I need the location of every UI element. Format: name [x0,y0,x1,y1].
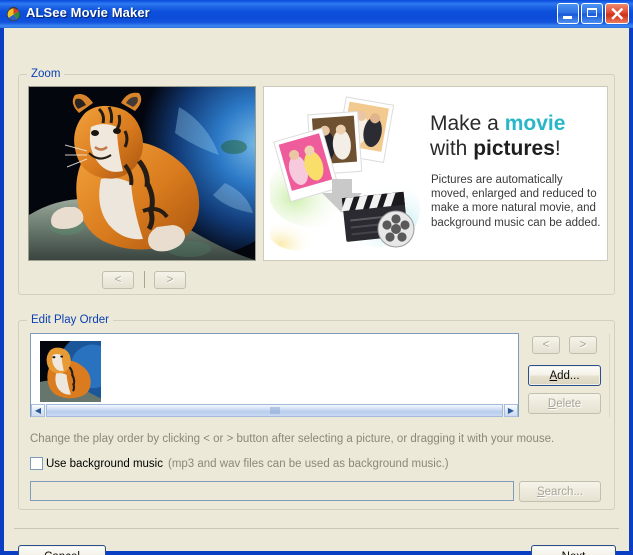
minimize-icon[interactable] [557,3,579,24]
promo-panel: Make a movie with pictures! Pictures are… [263,86,608,261]
zoom-group-label: Zoom [27,68,65,80]
app-icon [5,5,22,22]
list-item[interactable] [40,341,101,402]
background-music-hint: (mp3 and wav files can be used as backgr… [167,457,449,470]
promo-body-text: Pictures are automatically moved, enlarg… [431,174,601,229]
footer-divider [14,528,619,529]
play-order-hscrollbar[interactable]: ◀ ▶ [31,404,518,417]
zoom-nav-separator [144,271,145,288]
delete-button-accel: D [547,397,557,410]
app-window: ALSee Movie Maker Zoom Make a movie with… [0,0,633,555]
background-music-row: Use background music (mp3 and wav files … [30,457,449,470]
close-icon[interactable] [605,3,629,24]
promo-headline2-post: ! [554,137,561,160]
next-button-accel: N [562,551,570,555]
panel-divider [609,333,610,417]
promo-headline-pre: Make a [430,112,505,135]
search-button-accel: S [536,485,545,498]
window-controls [557,3,629,24]
scrollbar-grip-icon [270,407,279,414]
photos-to-movie-illustration [266,95,420,253]
add-button-accel: A [549,369,558,382]
cancel-button-rest: ancel [52,551,80,555]
scrollbar-thumb[interactable] [46,404,503,417]
play-order-hint: Change the play order by clicking < or >… [30,433,555,445]
background-music-input[interactable] [30,481,514,501]
search-button[interactable]: Search... [519,481,601,502]
use-background-music-checkbox[interactable] [30,457,43,470]
next-button[interactable]: Next [531,545,616,555]
window-title: ALSee Movie Maker [26,5,150,20]
add-button[interactable]: Add... [528,365,601,386]
play-order-group-label: Edit Play Order [27,314,113,326]
promo-headline2-bold: pictures [473,137,555,160]
move-next-button[interactable]: > [569,336,597,354]
maximize-icon[interactable] [581,3,603,24]
promo-headline-highlight: movie [504,112,566,135]
zoom-next-button[interactable]: > [154,271,186,289]
promo-headline: Make a movie with pictures! [430,111,565,161]
zoom-prev-button[interactable]: < [102,271,134,289]
next-button-rest: ext [570,551,585,555]
move-prev-button[interactable]: < [532,336,560,354]
scroll-left-icon[interactable]: ◀ [31,404,45,417]
use-background-music-label: Use background music [46,457,163,470]
add-button-rest: dd... [557,369,580,382]
client-area: Zoom Make a movie with pictures! Picture… [4,28,629,555]
scroll-right-icon[interactable]: ▶ [504,404,518,417]
cancel-button[interactable]: Cancel [18,545,106,555]
promo-headline2-pre: with [430,137,474,160]
delete-button-rest: elete [556,397,582,410]
preview-image[interactable] [28,86,256,261]
delete-button[interactable]: Delete [528,393,601,414]
title-bar[interactable]: ALSee Movie Maker [0,0,633,28]
search-button-rest: earch... [544,485,584,498]
